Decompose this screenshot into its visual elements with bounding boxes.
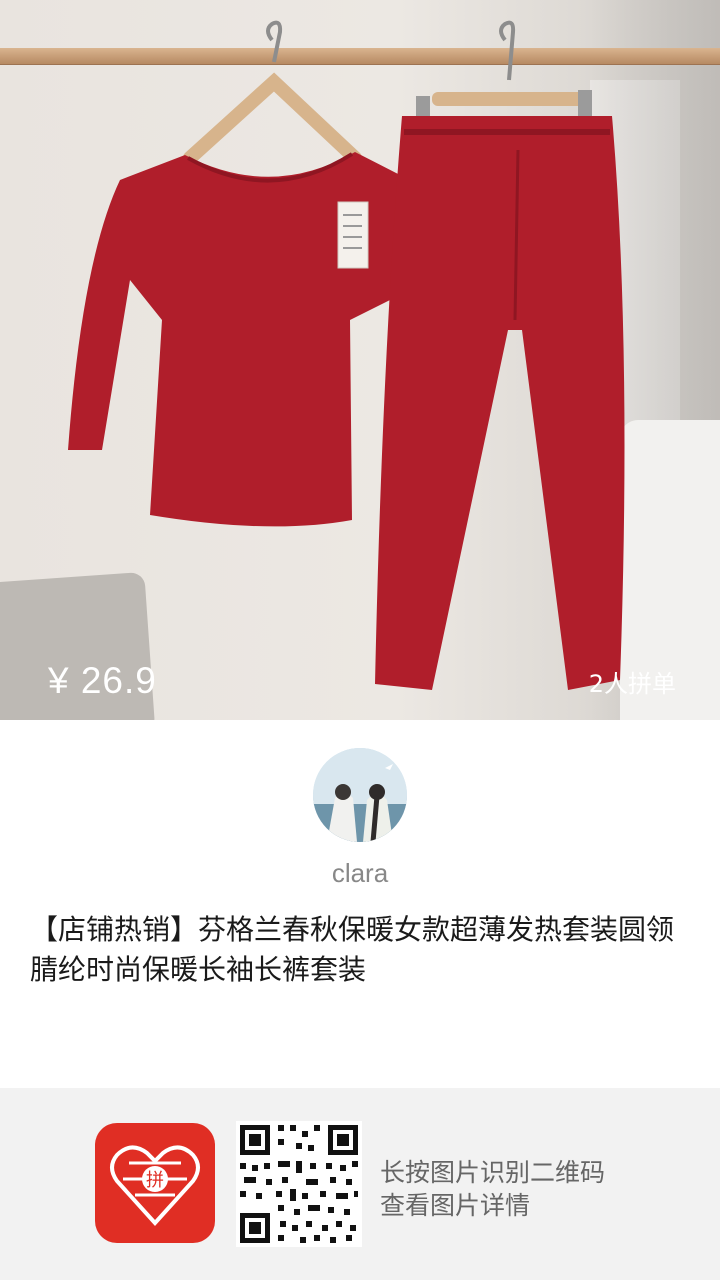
pinduoduo-logo-icon: 拼	[95, 1123, 215, 1243]
product-tag	[337, 201, 369, 269]
hanger-hook-right	[499, 20, 516, 81]
red-long-pants	[375, 116, 625, 690]
svg-text:拼: 拼	[146, 1170, 164, 1191]
group-buy-count: 2人拼单	[588, 670, 676, 698]
product-photo[interactable]: ¥ 26.9 2人拼单	[0, 0, 720, 720]
price-label: ¥ 26.9	[48, 660, 157, 701]
qr-hint-line-1: 长按图片识别二维码	[380, 1158, 606, 1187]
hanger-right	[432, 92, 590, 106]
garment-illustration	[68, 20, 625, 690]
qr-hint-line-2: 查看图片详情	[380, 1191, 531, 1220]
seller-username: clara	[331, 858, 389, 888]
hanger-hook-left	[266, 20, 283, 63]
avatar[interactable]	[313, 748, 407, 842]
avatar-illustration	[313, 748, 407, 842]
qr-code-icon[interactable]	[236, 1121, 362, 1247]
hanger-left	[183, 72, 362, 165]
product-title: 【店铺热销】芬格兰春秋保暖女款超薄发热套装圆领腈纶时尚保暖长袖长裤套装	[30, 913, 675, 986]
